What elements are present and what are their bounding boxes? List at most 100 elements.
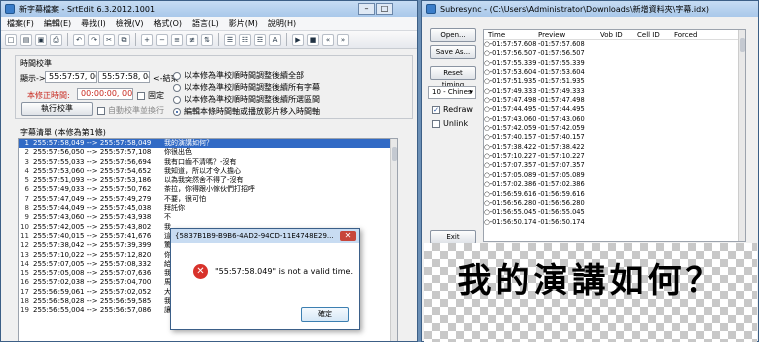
- start-time-field[interactable]: 55:57:57, 060: [45, 71, 97, 83]
- menu-language[interactable]: 語言(L): [192, 18, 219, 29]
- list-item[interactable]: ○-01:57:38.422 -01:57:38.422: [484, 143, 745, 152]
- list-item[interactable]: ○-01:56:55.045 -01:56:55.045: [484, 208, 745, 217]
- copy-icon[interactable]: ⧉: [118, 33, 130, 46]
- menu-video[interactable]: 影片(M): [229, 18, 258, 29]
- list-item[interactable]: ○-01:56:56.280 -01:56:56.280: [484, 199, 745, 208]
- unlink-checkbox-row[interactable]: Unlink: [432, 119, 468, 128]
- list-item[interactable]: ○-01:57:43.060 -01:57:43.060: [484, 115, 745, 124]
- skip-forward-icon[interactable]: »: [337, 33, 349, 46]
- exit-button[interactable]: Exit: [430, 230, 476, 244]
- list-item[interactable]: ○-01:57:47.498 -01:57:47.498: [484, 96, 745, 105]
- list-item[interactable]: ○-01:57:10.227 -01:57:10.227: [484, 152, 745, 161]
- list-item[interactable]: ○-01:57:40.157 -01:57:40.157: [484, 133, 745, 142]
- dialog-close-button[interactable]: ✕: [340, 231, 356, 241]
- option-row-1[interactable]: 以本修為準校順時間調整後續全部: [173, 70, 304, 81]
- column-forced[interactable]: Forced: [674, 30, 714, 39]
- list-item[interactable]: ○-01:57:49.333 -01:57:49.333: [484, 87, 745, 96]
- scrollbar-thumb[interactable]: [392, 147, 397, 161]
- list-item[interactable]: ○-01:57:51.935 -01:57:51.935: [484, 77, 745, 86]
- cut-icon[interactable]: ✂: [103, 33, 115, 46]
- table-row[interactable]: 3 255:57:55,033 --> 255:57:56,694 我有口齒不清嗎？…: [19, 158, 397, 167]
- save-icon[interactable]: ▣: [35, 33, 47, 46]
- minimize-button[interactable]: –: [358, 3, 375, 15]
- column-time[interactable]: Time: [484, 30, 538, 39]
- unlink-checkbox[interactable]: [432, 119, 440, 128]
- srtedit-titlebar[interactable]: 新字幕檔案 - SrtEdit 6.3.2012.1001: [1, 1, 417, 17]
- menu-edit[interactable]: 編輯(E): [44, 18, 71, 29]
- undo-icon[interactable]: ↶: [73, 33, 85, 46]
- fixed-checkbox[interactable]: [137, 91, 145, 100]
- table-row[interactable]: 6 255:57:49,033 --> 255:57:50,762 茶拉，你得跟小傢…: [19, 185, 397, 194]
- table-row[interactable]: 4 255:57:53,060 --> 255:57:54,652 我知道，所以才令…: [19, 167, 397, 176]
- skip-back-icon[interactable]: «: [322, 33, 334, 46]
- option-radio-1[interactable]: [173, 71, 181, 80]
- auto-checkbox[interactable]: [97, 106, 105, 115]
- option-row-4[interactable]: 編輯本條時間軸或播放影片移入時間軸: [173, 106, 320, 117]
- play-icon[interactable]: ▶: [292, 33, 304, 46]
- table-row[interactable]: 7 255:57:47,049 --> 255:57:49,279 不要，很可怕: [19, 195, 397, 204]
- print-icon[interactable]: ⎙: [50, 33, 62, 46]
- font-icon[interactable]: A: [269, 33, 281, 46]
- column-vob-id[interactable]: Vob ID: [600, 30, 637, 39]
- merge-line-icon[interactable]: ≡: [171, 33, 183, 46]
- option-radio-3[interactable]: [173, 95, 181, 104]
- dialog-titlebar[interactable]: {5837B1B9-B9B6-4AD2-94CD-11E4748E29... ✕: [171, 229, 359, 243]
- auto-checkbox-row[interactable]: 自動校準並換行: [97, 105, 164, 116]
- list-item[interactable]: ○-01:57:57.608 -01:57:57.608: [484, 40, 745, 49]
- dialog-ok-button[interactable]: 確定: [301, 307, 349, 322]
- open-button[interactable]: Open...: [430, 28, 476, 42]
- sync-scrollbar[interactable]: [738, 30, 745, 241]
- option-radio-4[interactable]: [173, 107, 181, 116]
- subresync-titlebar[interactable]: Subresync - (C:\Users\Administrator\Down…: [422, 1, 758, 17]
- list-item[interactable]: ○-01:57:44.495 -01:57:44.495: [484, 105, 745, 114]
- redraw-checkbox-row[interactable]: ✓ Redraw: [432, 105, 473, 114]
- list-item[interactable]: ○-01:57:53.604 -01:57:53.604: [484, 68, 745, 77]
- table-row[interactable]: 9 255:57:43,060 --> 255:57:43,938 不: [19, 213, 397, 222]
- reset-timing-button[interactable]: Reset timing: [430, 66, 476, 89]
- insert-line-icon[interactable]: +: [141, 33, 153, 46]
- row-preview: -01:57:02.386: [538, 180, 585, 189]
- align-left-icon[interactable]: ☰: [224, 33, 236, 46]
- save-as-button[interactable]: Save As...: [430, 45, 476, 59]
- delete-line-icon[interactable]: −: [156, 33, 168, 46]
- open-folder-icon[interactable]: ▤: [20, 33, 32, 46]
- menu-file[interactable]: 檔案(F): [7, 18, 34, 29]
- align-right-icon[interactable]: ☲: [254, 33, 266, 46]
- list-item[interactable]: ○-01:56:50.174 -01:56:50.174: [484, 218, 745, 227]
- sync-scrollbar-thumb[interactable]: [740, 38, 745, 52]
- option-row-3[interactable]: 以本修為準校順時間調整後續所選區間: [173, 94, 320, 105]
- list-item[interactable]: ○-01:57:55.339 -01:57:55.339: [484, 59, 745, 68]
- redraw-checkbox[interactable]: ✓: [432, 105, 440, 114]
- column-preview[interactable]: Preview: [538, 30, 600, 39]
- split-line-icon[interactable]: ≢: [186, 33, 198, 46]
- execute-button[interactable]: 執行校準: [21, 102, 93, 116]
- deviation-field[interactable]: 00:00:00, 000: [77, 88, 133, 100]
- list-item[interactable]: ○-01:57:07.357 -01:57:07.357: [484, 161, 745, 170]
- menu-format[interactable]: 格式(O): [153, 18, 182, 29]
- fixed-checkbox-row[interactable]: 固定: [137, 90, 164, 101]
- table-row[interactable]: 2 255:57:56,050 --> 255:57:57,108 你很出色: [19, 148, 397, 157]
- table-row[interactable]: 8 255:57:44,049 --> 255:57:45,038 拜託你: [19, 204, 397, 213]
- list-item[interactable]: ○-01:56:59.616 -01:56:59.616: [484, 190, 745, 199]
- menu-find[interactable]: 尋找(I): [81, 18, 106, 29]
- list-item[interactable]: ○-01:57:42.059 -01:57:42.059: [484, 124, 745, 133]
- redo-icon[interactable]: ↷: [88, 33, 100, 46]
- sync-list[interactable]: Time Preview Vob ID Cell ID Forced ○-01:…: [483, 29, 746, 242]
- end-time-field[interactable]: 55:57:58, 049: [98, 71, 150, 83]
- align-center-icon[interactable]: ☷: [239, 33, 251, 46]
- menu-help[interactable]: 說明(H): [268, 18, 296, 29]
- table-row[interactable]: 1 255:57:58,049 --> 255:57:58,049 我的演講如何？: [19, 139, 397, 149]
- language-select[interactable]: 10 - Chines ▾: [428, 86, 476, 99]
- stop-icon[interactable]: ■: [307, 33, 319, 46]
- option-row-2[interactable]: 以本修為準校順時間調整後續所有字幕: [173, 82, 320, 93]
- sort-icon[interactable]: ⇅: [201, 33, 213, 46]
- new-file-icon[interactable]: □: [5, 33, 17, 46]
- subtitle-scrollbar[interactable]: [390, 139, 397, 341]
- list-item[interactable]: ○-01:57:02.386 -01:57:02.386: [484, 180, 745, 189]
- menu-view[interactable]: 檢視(V): [116, 18, 144, 29]
- list-item[interactable]: ○-01:57:56.507 -01:57:56.507: [484, 49, 745, 58]
- maximize-button[interactable]: □: [376, 3, 393, 15]
- option-radio-2[interactable]: [173, 83, 181, 92]
- column-cell-id[interactable]: Cell ID: [637, 30, 674, 39]
- list-item[interactable]: ○-01:57:05.089 -01:57:05.089: [484, 171, 745, 180]
